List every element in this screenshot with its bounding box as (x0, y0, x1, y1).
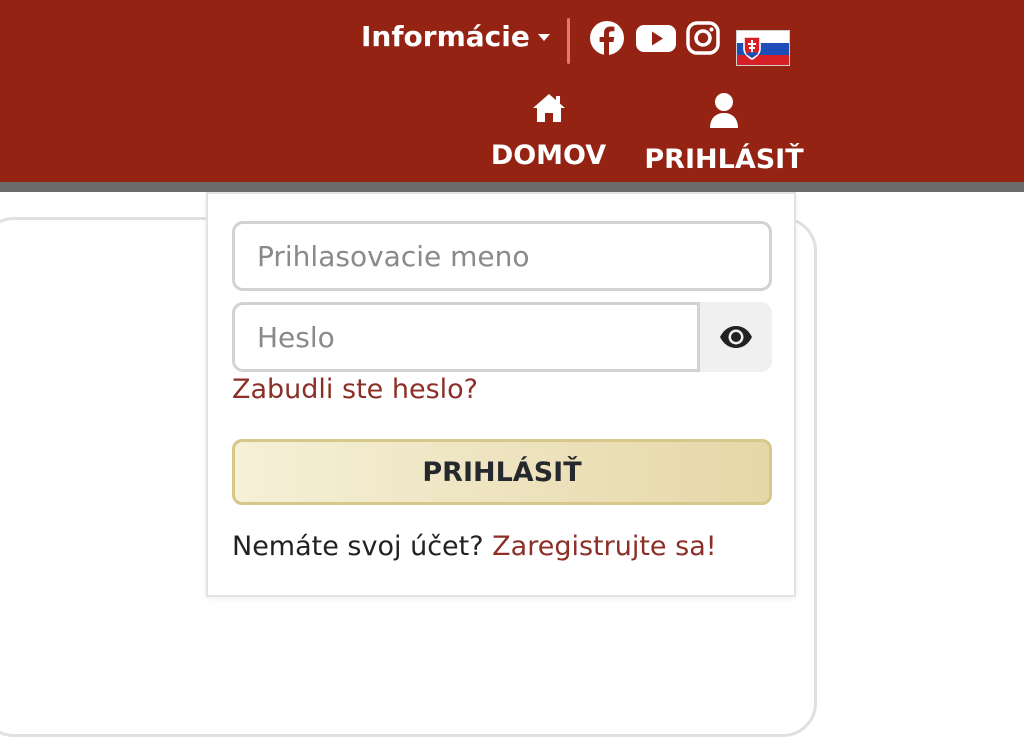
no-account-text: Nemáte svoj účet? (232, 531, 484, 562)
caret-down-icon (537, 33, 550, 41)
register-line: Nemáte svoj účet? Zaregistrujte sa! (232, 531, 717, 562)
home-icon (532, 94, 565, 122)
header-bottom-bar (0, 182, 1024, 192)
header-divider (567, 18, 570, 64)
facebook-icon[interactable] (589, 20, 625, 56)
login-dropdown: Zabudli ste heslo? PRIHLÁSIŤ Nemáte svoj… (206, 192, 796, 597)
nav-home[interactable]: DOMOV (488, 92, 609, 171)
user-icon (710, 93, 738, 128)
login-submit-button[interactable]: PRIHLÁSIŤ (232, 439, 772, 505)
register-link[interactable]: Zaregistrujte sa! (492, 531, 716, 562)
youtube-icon[interactable] (636, 20, 676, 56)
info-menu-dropdown[interactable]: Informácie (361, 18, 550, 54)
nav-login[interactable]: PRIHLÁSIŤ (644, 92, 804, 175)
nav-login-label: PRIHLÁSIŤ (644, 144, 804, 175)
show-password-button[interactable] (700, 302, 772, 372)
instagram-icon[interactable] (685, 20, 721, 56)
password-group (232, 302, 772, 372)
password-input[interactable] (232, 302, 700, 372)
username-input[interactable] (232, 221, 772, 291)
nav-home-label: DOMOV (490, 140, 607, 171)
slovak-flag-icon[interactable] (736, 30, 790, 66)
eye-icon (720, 326, 752, 348)
info-menu-label: Informácie (361, 19, 530, 53)
forgot-password-link[interactable]: Zabudli ste heslo? (232, 374, 478, 405)
